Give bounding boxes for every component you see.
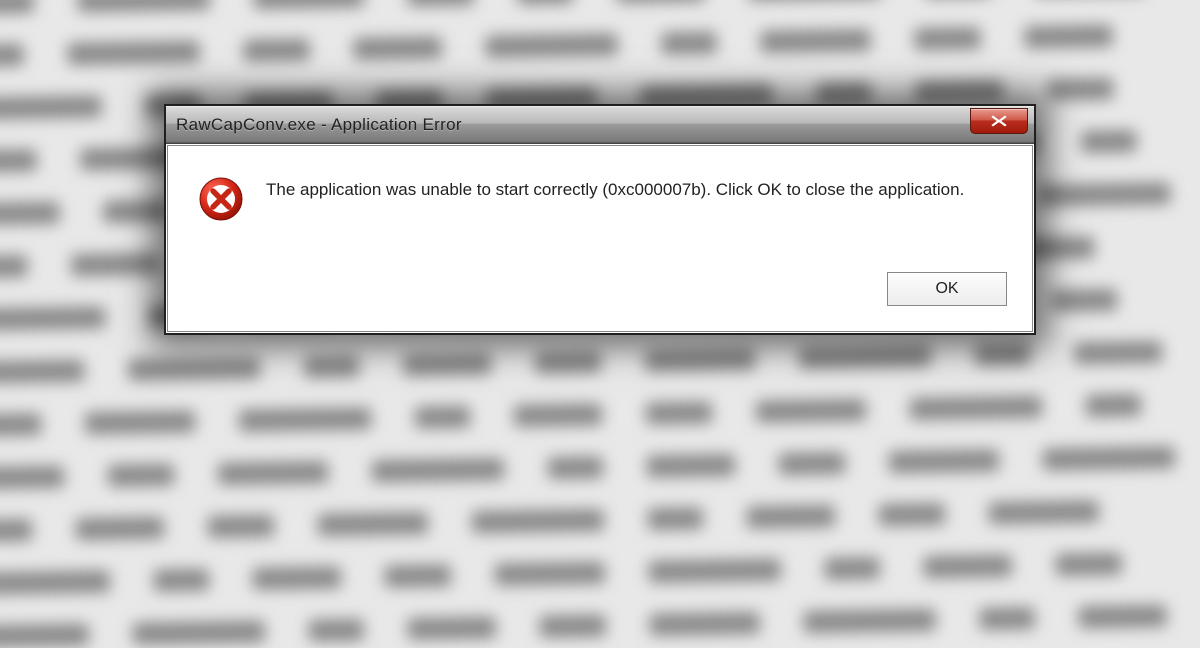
error-dialog: RawCapConv.exe - Application Error The a… — [165, 105, 1035, 334]
dialog-body: The application was unable to start corr… — [167, 145, 1033, 242]
dialog-title: RawCapConv.exe - Application Error — [176, 115, 462, 135]
dialog-footer: OK — [167, 242, 1033, 332]
error-message: The application was unable to start corr… — [266, 176, 994, 203]
ok-button[interactable]: OK — [887, 272, 1007, 306]
close-button[interactable] — [970, 108, 1028, 134]
close-icon — [990, 114, 1008, 128]
error-icon — [198, 176, 244, 222]
titlebar[interactable]: RawCapConv.exe - Application Error — [166, 106, 1034, 144]
